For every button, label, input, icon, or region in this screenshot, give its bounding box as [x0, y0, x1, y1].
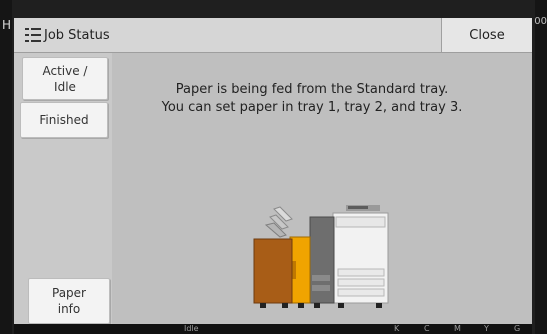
left-edge-letter: H [2, 18, 12, 32]
panel-header: Job Status Close [14, 18, 532, 53]
sidebar: Active / Idle Finished Paper info [14, 53, 112, 324]
tab-active-idle[interactable]: Active / Idle [22, 57, 108, 100]
job-status-list-icon [25, 28, 41, 42]
left-edge: H [0, 0, 12, 334]
tab-paper-info[interactable]: Paper info [28, 278, 110, 324]
status-bar: Idle K C M Y G [14, 324, 532, 334]
ink-label-y: Y [484, 324, 489, 333]
message-line-1: Paper is being fed from the Standard tra… [175, 82, 449, 97]
ink-label-k: K [394, 324, 400, 333]
ink-label-c: C [424, 324, 430, 333]
printer-illustration [253, 205, 389, 308]
right-edge-text: 00 [534, 16, 547, 27]
job-status-panel: Job Status Close Active / Idle Finished … [14, 18, 532, 324]
ink-label-g: G [514, 324, 521, 333]
page-title: Job Status [44, 28, 110, 43]
ink-label-m: M [454, 324, 461, 333]
tab-finished[interactable]: Finished [20, 102, 108, 138]
tab-paper-info-label: Paper info [52, 286, 86, 316]
main-content: Paper is being fed from the Standard tra… [112, 53, 532, 324]
tab-finished-label: Finished [39, 113, 89, 127]
message-line-2: You can set paper in tray 1, tray 2, and… [161, 100, 463, 115]
close-button[interactable]: Close [441, 18, 532, 52]
status-state: Idle [184, 324, 199, 333]
right-edge: 00 [534, 0, 547, 334]
paper-feed-message: Paper is being fed from the Standard tra… [142, 81, 482, 117]
tab-active-idle-label: Active / Idle [42, 63, 88, 94]
